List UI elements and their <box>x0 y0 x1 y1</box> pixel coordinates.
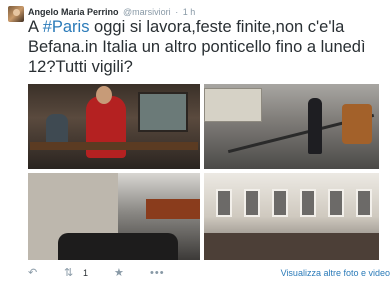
photo-awning <box>146 199 200 219</box>
photo-facade-window <box>300 189 316 217</box>
photo-facade-window <box>244 189 260 217</box>
header-separator: · <box>175 7 179 17</box>
tweet-text-prefix: A <box>28 18 43 36</box>
photo-window <box>138 92 188 132</box>
tweet-text: A #Paris oggi si lavora,feste finite,non… <box>28 17 383 77</box>
photo-bus <box>204 88 262 122</box>
hashtag-paris[interactable]: #Paris <box>43 18 90 36</box>
more-icon[interactable]: ••• <box>150 266 165 280</box>
author-name[interactable]: Angelo Maria Perrino <box>28 7 119 17</box>
photo-facade-window <box>356 189 372 217</box>
photo-street-crowd[interactable] <box>28 173 200 260</box>
avatar[interactable] <box>8 6 24 22</box>
photo-patron <box>46 114 68 144</box>
photo-pedestrian <box>308 98 322 154</box>
photo-grid <box>28 84 379 260</box>
photo-shopfront <box>204 233 379 260</box>
photo-crowd <box>58 233 178 260</box>
retweet-icon[interactable]: ⇅ <box>64 266 73 280</box>
photo-table <box>30 142 198 150</box>
photo-waitress-head <box>96 86 112 104</box>
photo-bag <box>342 104 372 144</box>
photo-building-facade[interactable] <box>204 173 379 260</box>
reply-icon[interactable]: ↶ <box>28 266 37 280</box>
photo-facade-window <box>216 189 232 217</box>
retweet-count: 1 <box>83 268 89 278</box>
photo-facade-window <box>272 189 288 217</box>
photo-cafe-waitress[interactable] <box>28 84 200 169</box>
star-icon[interactable]: ★ <box>114 266 124 280</box>
photo-street-sidewalk[interactable] <box>204 84 379 169</box>
photo-facade-window <box>328 189 344 217</box>
tweet-timestamp[interactable]: 1 h <box>183 7 196 17</box>
tweet: Angelo Maria Perrino @marsiviori · 1 h A… <box>0 0 390 281</box>
author-handle[interactable]: @marsiviori <box>123 7 171 17</box>
tweet-actions: ↶ ⇅ 1 ★ ••• Visualizza altre foto e vide… <box>28 266 390 280</box>
view-more-media-link[interactable]: Visualizza altre foto e video <box>281 266 390 280</box>
